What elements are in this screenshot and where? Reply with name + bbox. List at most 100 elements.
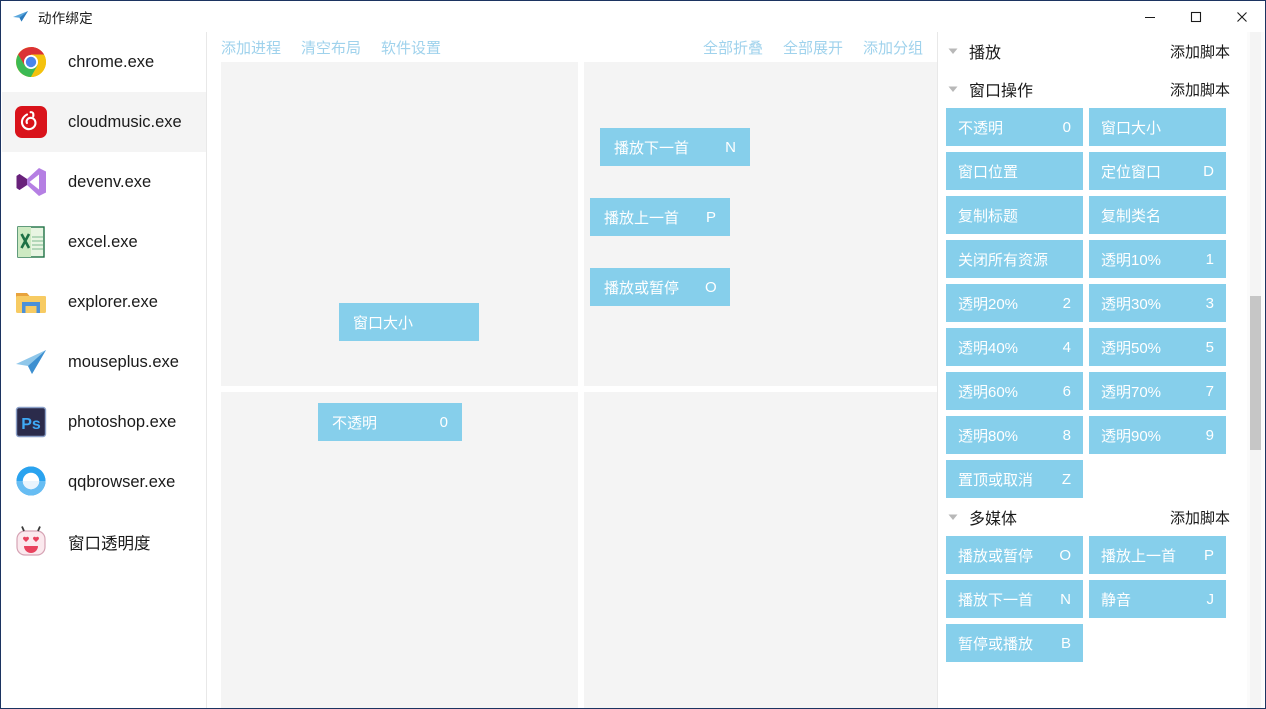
canvas-cell-top-right[interactable]: 播放下一首 N 播放上一首 P 播放或暂停 O <box>584 62 937 386</box>
script-button-label: 透明70% <box>1101 383 1162 401</box>
script-button-label: 复制类名 <box>1101 207 1162 225</box>
sidebar-item-cloudmusic-exe[interactable]: cloudmusic.exe <box>2 92 207 152</box>
script-button-hotkey: O <box>1059 546 1071 564</box>
sidebar-item-devenv-exe[interactable]: devenv.exe <box>2 152 207 212</box>
script-button-label: 置顶或取消 <box>958 471 1034 489</box>
script-button-hotkey: 1 <box>1205 250 1214 268</box>
scrollbar-thumb[interactable] <box>1250 296 1261 450</box>
script-button-透明70%[interactable]: 透明70% 7 <box>1089 372 1226 410</box>
script-button-透明60%[interactable]: 透明60% 6 <box>946 372 1083 410</box>
chrome-icon <box>12 43 50 81</box>
canvas-action-chip[interactable]: 窗口大小 <box>339 303 479 341</box>
maximize-button[interactable] <box>1173 1 1219 32</box>
script-button-hotkey: B <box>1060 634 1071 652</box>
script-button-hotkey: 2 <box>1062 294 1071 312</box>
close-button[interactable] <box>1219 1 1265 32</box>
script-button-复制标题[interactable]: 复制标题 <box>946 196 1083 234</box>
script-button-播放下一首[interactable]: 播放下一首 N <box>946 580 1083 618</box>
script-button-静音[interactable]: 静音 J <box>1089 580 1226 618</box>
paper-plane-icon <box>12 8 29 25</box>
right-panel-scrollbar[interactable] <box>1247 32 1264 708</box>
excel-icon <box>12 223 50 261</box>
script-button-hotkey: 3 <box>1205 294 1214 312</box>
chip-label: 窗口大小 <box>353 314 414 332</box>
canvas-action-chip[interactable]: 播放下一首 N <box>600 128 750 166</box>
script-button-窗口大小[interactable]: 窗口大小 <box>1089 108 1226 146</box>
process-sidebar[interactable]: chrome.exe cloudmusic.exe devenv.exe excel.… <box>2 32 207 708</box>
script-button-透明30%[interactable]: 透明30% 3 <box>1089 284 1226 322</box>
canvas-cell-bottom-right[interactable] <box>584 392 937 708</box>
script-button-透明80%[interactable]: 透明80% 8 <box>946 416 1083 454</box>
script-button-复制类名[interactable]: 复制类名 <box>1089 196 1226 234</box>
sidebar-item-explorer-exe[interactable]: explorer.exe <box>2 272 207 332</box>
chip-hotkey: 0 <box>439 413 448 431</box>
paper-plane-icon <box>12 343 50 381</box>
netease-music-icon <box>12 103 50 141</box>
script-button-hotkey: 7 <box>1205 382 1214 400</box>
script-button-透明50%[interactable]: 透明50% 5 <box>1089 328 1226 366</box>
script-button-hotkey: J <box>1206 590 1215 608</box>
canvas-action-chip[interactable]: 不透明 0 <box>318 403 462 441</box>
sidebar-item-mouseplus-exe[interactable]: mouseplus.exe <box>2 332 207 392</box>
script-button-透明10%[interactable]: 透明10% 1 <box>1089 240 1226 278</box>
script-button-label: 透明50% <box>1101 339 1162 357</box>
canvas-cell-bottom-left[interactable]: 不透明 0 <box>221 392 578 708</box>
script-button-label: 透明80% <box>958 427 1019 445</box>
add-script-link[interactable]: 添加脚本 <box>1170 79 1230 100</box>
script-group-header-多媒体[interactable]: 多媒体 添加脚本 <box>938 498 1238 536</box>
sidebar-item-photoshop-exe[interactable]: Ps photoshop.exe <box>2 392 207 452</box>
expand-all-link[interactable]: 全部展开 <box>783 37 843 58</box>
collapse-all-link[interactable]: 全部折叠 <box>703 37 763 58</box>
script-button-label: 透明10% <box>1101 251 1162 269</box>
script-button-hotkey: Z <box>1061 470 1071 488</box>
add-process-link[interactable]: 添加进程 <box>221 37 281 58</box>
canvas-action-chip[interactable]: 播放上一首 P <box>590 198 730 236</box>
script-button-hotkey: 5 <box>1205 338 1214 356</box>
sidebar-item-qqbrowser-exe[interactable]: qqbrowser.exe <box>2 452 207 512</box>
canvas-action-chip[interactable]: 播放或暂停 O <box>590 268 730 306</box>
script-button-置顶或取消[interactable]: 置顶或取消 Z <box>946 460 1083 498</box>
sidebar-item-label: cloudmusic.exe <box>68 112 182 131</box>
script-button-透明90%[interactable]: 透明90% 9 <box>1089 416 1226 454</box>
chevron-down-icon[interactable] <box>946 44 960 58</box>
script-button-关闭所有资源[interactable]: 关闭所有资源 <box>946 240 1083 278</box>
sidebar-item-label: explorer.exe <box>68 292 158 311</box>
sidebar-item-label: mouseplus.exe <box>68 352 179 371</box>
add-script-link[interactable]: 添加脚本 <box>1170 507 1230 528</box>
script-groups-panel: 播放 添加脚本 窗口操作 添加脚本 不透明 0 窗口大小 窗口位置 定位窗口 D 复制标题 复制类名关… <box>938 32 1238 708</box>
script-button-label: 透明40% <box>958 339 1019 357</box>
script-button-播放上一首[interactable]: 播放上一首 P <box>1089 536 1226 574</box>
script-button-不透明[interactable]: 不透明 0 <box>946 108 1083 146</box>
software-settings-link[interactable]: 软件设置 <box>381 37 441 58</box>
script-button-label: 不透明 <box>958 119 1004 137</box>
script-button-hotkey: 4 <box>1062 338 1071 356</box>
layout-center-panel: 添加进程 清空布局 软件设置 全部折叠 全部展开 添加分组 窗口大小 播放下一首… <box>207 32 937 708</box>
clear-layout-link[interactable]: 清空布局 <box>301 37 361 58</box>
center-toolbar: 添加进程 清空布局 软件设置 全部折叠 全部展开 添加分组 <box>207 32 937 62</box>
sidebar-item-label: photoshop.exe <box>68 412 177 431</box>
script-group-header-窗口操作[interactable]: 窗口操作 添加脚本 <box>938 70 1238 108</box>
sidebar-item-chrome-exe[interactable]: chrome.exe <box>2 32 207 92</box>
chevron-down-icon[interactable] <box>946 82 960 96</box>
sidebar-item-excel-exe[interactable]: excel.exe <box>2 212 207 272</box>
canvas-cell-top-left[interactable]: 窗口大小 <box>221 62 578 386</box>
script-button-播放或暂停[interactable]: 播放或暂停 O <box>946 536 1083 574</box>
add-group-link[interactable]: 添加分组 <box>863 37 923 58</box>
script-group-header-播放[interactable]: 播放 添加脚本 <box>938 32 1238 70</box>
chevron-down-icon[interactable] <box>946 510 960 524</box>
script-group-title: 窗口操作 <box>969 83 1034 100</box>
script-button-透明20%[interactable]: 透明20% 2 <box>946 284 1083 322</box>
script-button-窗口位置[interactable]: 窗口位置 <box>946 152 1083 190</box>
script-button-定位窗口[interactable]: 定位窗口 D <box>1089 152 1226 190</box>
add-script-link[interactable]: 添加脚本 <box>1170 41 1230 62</box>
minimize-button[interactable] <box>1127 1 1173 32</box>
sidebar-item-窗口透明度[interactable]: 窗口透明度 <box>2 512 207 572</box>
layout-canvas: 窗口大小 播放下一首 N 播放上一首 P 播放或暂停 O 不透明 0 <box>221 62 937 708</box>
script-button-透明40%[interactable]: 透明40% 4 <box>946 328 1083 366</box>
script-group-title: 播放 <box>969 45 1002 62</box>
script-button-暂停或播放[interactable]: 暂停或播放 B <box>946 624 1083 662</box>
folder-icon <box>12 283 50 321</box>
script-button-label: 复制标题 <box>958 207 1019 225</box>
script-button-hotkey: N <box>1060 590 1071 608</box>
script-button-hotkey: P <box>1203 546 1214 564</box>
